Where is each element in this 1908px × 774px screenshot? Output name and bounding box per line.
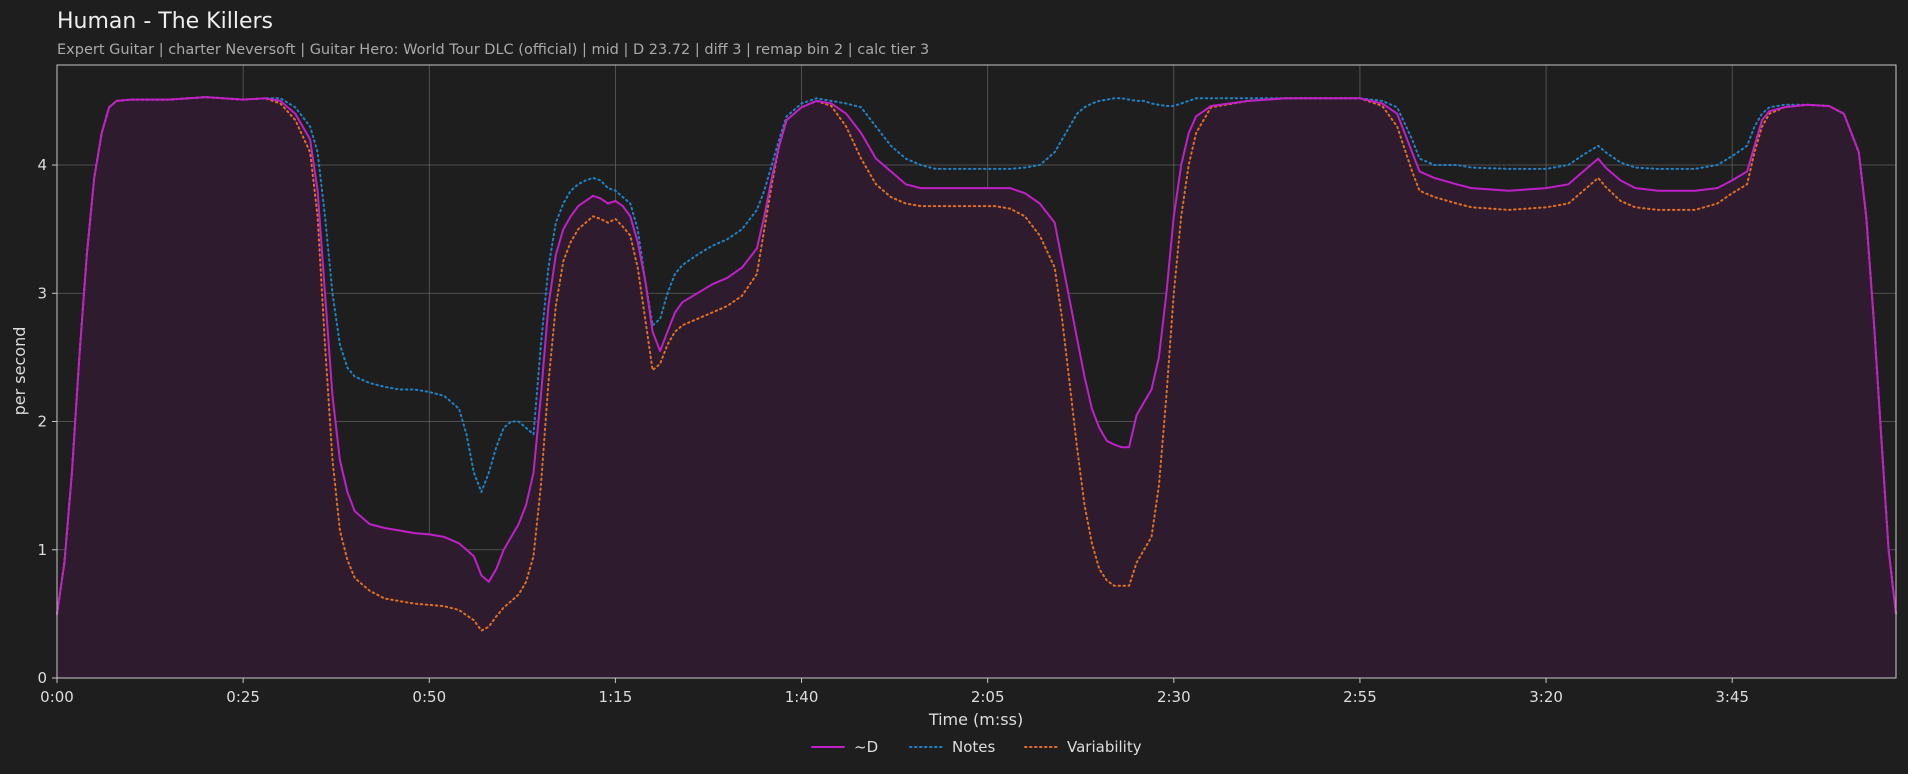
y-tick-label-2: 2 (37, 413, 47, 431)
chart-canvas: Human - The Killers Expert Guitar | char… (10, 9, 1897, 756)
x-axis-label: Time (m:ss) (928, 710, 1023, 729)
x-tick-label-2: 0:50 (412, 688, 446, 706)
legend-label-2: Variability (1067, 738, 1142, 756)
x-tick-label-4: 1:40 (785, 688, 819, 706)
x-tick-label-0: 0:00 (40, 688, 74, 706)
legend-label-1: Notes (952, 738, 996, 756)
x-tick-label-1: 0:25 (226, 688, 260, 706)
y-axis-label: per second (10, 327, 29, 416)
chart-page: Human - The Killers Expert Guitar | char… (0, 0, 1908, 774)
y-tick-label-4: 4 (37, 156, 47, 174)
legend-item-0: ~D (811, 738, 878, 756)
legend-label-0: ~D (854, 738, 878, 756)
legend-item-2: Variability (1024, 738, 1142, 756)
chart-subtitle: Expert Guitar | charter Neversoft | Guit… (57, 42, 929, 58)
x-tick-label-6: 2:30 (1157, 688, 1191, 706)
chart-title: Human - The Killers (57, 9, 273, 34)
x-tick-label-5: 2:05 (971, 688, 1005, 706)
x-tick-label-7: 2:55 (1343, 688, 1377, 706)
legend-item-1: Notes (909, 738, 996, 756)
y-tick-label-3: 3 (37, 284, 47, 302)
x-tick-label-3: 1:15 (599, 688, 633, 706)
y-tick-label-0: 0 (37, 669, 47, 687)
x-tick-label-9: 3:45 (1715, 688, 1749, 706)
y-tick-label-1: 1 (37, 541, 47, 559)
legend: ~D Notes Variability (811, 738, 1142, 756)
x-tick-label-8: 3:20 (1529, 688, 1563, 706)
